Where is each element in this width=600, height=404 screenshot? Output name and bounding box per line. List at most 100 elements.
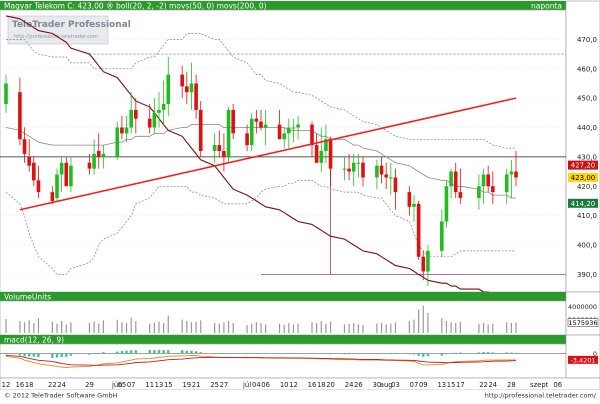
macd-histogram-bar — [417, 353, 420, 356]
date-tick-label: 07 — [127, 381, 136, 389]
price-tick-label: 420,0 — [577, 183, 597, 191]
macd-histogram-bar — [18, 353, 22, 356]
macd-histogram-bar — [422, 353, 425, 357]
candle-body — [124, 127, 129, 134]
date-tick-label: 06 — [261, 381, 270, 389]
volume-bar — [413, 319, 415, 333]
macd-histogram-bar — [329, 353, 332, 355]
volume-bar — [362, 325, 364, 333]
candle-body — [412, 203, 416, 207]
macd-histogram-bar — [218, 353, 221, 354]
candle-body — [217, 145, 222, 151]
macd-histogram-bar — [255, 353, 258, 354]
macd-histogram-bar — [259, 353, 263, 354]
volume-bar — [61, 321, 63, 333]
candle-body — [226, 109, 231, 157]
candle-body — [416, 203, 421, 257]
candle-body — [92, 153, 96, 169]
volume-bar — [311, 322, 313, 333]
macd-histogram-bar — [347, 353, 351, 355]
date-tick-label: 25 — [210, 381, 219, 389]
macd-histogram-bar — [32, 353, 36, 357]
volume-bar — [130, 317, 132, 333]
volume-bar — [195, 321, 197, 333]
candle-body — [310, 124, 314, 146]
macd-histogram-bar — [125, 350, 128, 354]
candle-body — [157, 109, 161, 113]
candle-body — [180, 74, 184, 87]
macd-histogram-bar — [384, 353, 388, 354]
date-tick-label: 04 — [252, 381, 261, 389]
candle-body — [514, 171, 518, 178]
date-tick-label: szept — [530, 381, 549, 389]
volume-bar — [158, 321, 160, 333]
volume-bar — [246, 325, 248, 333]
volume-bar — [385, 324, 387, 333]
macd-histogram-bar — [129, 350, 133, 354]
macd-histogram-bar — [278, 353, 281, 354]
candle-body — [426, 250, 430, 272]
date-tick-label: júl — [242, 381, 251, 389]
macd-histogram-bar — [162, 350, 165, 354]
candle-body — [421, 256, 426, 272]
volume-bar — [255, 322, 257, 333]
macd-histogram-bar — [148, 349, 151, 354]
price-tick-label: 390,0 — [577, 271, 597, 279]
date-tick-label: 11 — [145, 381, 154, 389]
volume-bar — [492, 323, 494, 333]
macd-histogram-bar — [102, 352, 105, 354]
volume-bar — [510, 323, 512, 333]
date-tick-label: 12 — [289, 381, 298, 389]
chart-canvas: Magyar Telekom C: 423,00 ® boll(20, 2, -… — [0, 0, 600, 400]
volume-axis-area — [565, 291, 600, 336]
volume-bar — [121, 322, 123, 333]
candle-body — [50, 192, 55, 201]
volume-bar — [125, 323, 128, 333]
volume-bar — [200, 320, 202, 333]
volume-bar — [70, 322, 72, 333]
macd-histogram-bar — [375, 353, 379, 355]
price-tick-label: 440,0 — [577, 124, 597, 132]
volume-bar — [316, 323, 318, 333]
date-tick-label: 10 — [280, 381, 289, 389]
candle-body — [194, 83, 198, 110]
macd-histogram-bar — [134, 350, 138, 354]
candle-body — [287, 127, 291, 134]
macd-histogram-bar — [264, 353, 267, 354]
volume-bar — [506, 322, 508, 333]
macd-histogram-bar — [250, 353, 253, 354]
candle-body — [296, 124, 300, 128]
date-tick-label: 24 — [345, 381, 354, 389]
candle-body — [115, 127, 120, 157]
date-tick-label: 03 — [391, 381, 400, 389]
volume-bar — [163, 323, 165, 333]
macd-histogram-bar — [27, 353, 31, 357]
volume-bar — [167, 315, 169, 333]
volume-bar — [487, 324, 489, 333]
macd-histogram-bar — [97, 352, 100, 354]
volume-bar — [427, 313, 429, 333]
candle-body — [389, 177, 393, 179]
candle-body — [36, 180, 41, 193]
macd-histogram-bar — [92, 353, 96, 354]
date-tick-label: 13 — [155, 381, 164, 389]
macd-histogram-bar — [287, 353, 291, 354]
candle-body — [59, 162, 64, 175]
date-tick-label: 22 — [48, 381, 57, 389]
macd-histogram-bar — [426, 353, 430, 357]
macd-histogram-bar — [231, 353, 235, 354]
volume-bar — [380, 323, 383, 333]
candle-body — [69, 165, 73, 187]
volume-bar — [186, 321, 188, 333]
date-tick-label: 09 — [419, 381, 428, 389]
macd-histogram-bar — [380, 353, 383, 355]
date-tick-label: 27 — [220, 381, 229, 389]
volume-bar — [93, 321, 95, 333]
volume-bar — [227, 321, 230, 333]
macd-histogram-bar — [320, 353, 323, 355]
date-tick-label: 15 — [164, 381, 173, 389]
candle-body — [486, 174, 490, 187]
volume-bar — [88, 323, 91, 333]
volume-bar — [408, 321, 410, 333]
volume-bar — [297, 323, 299, 333]
